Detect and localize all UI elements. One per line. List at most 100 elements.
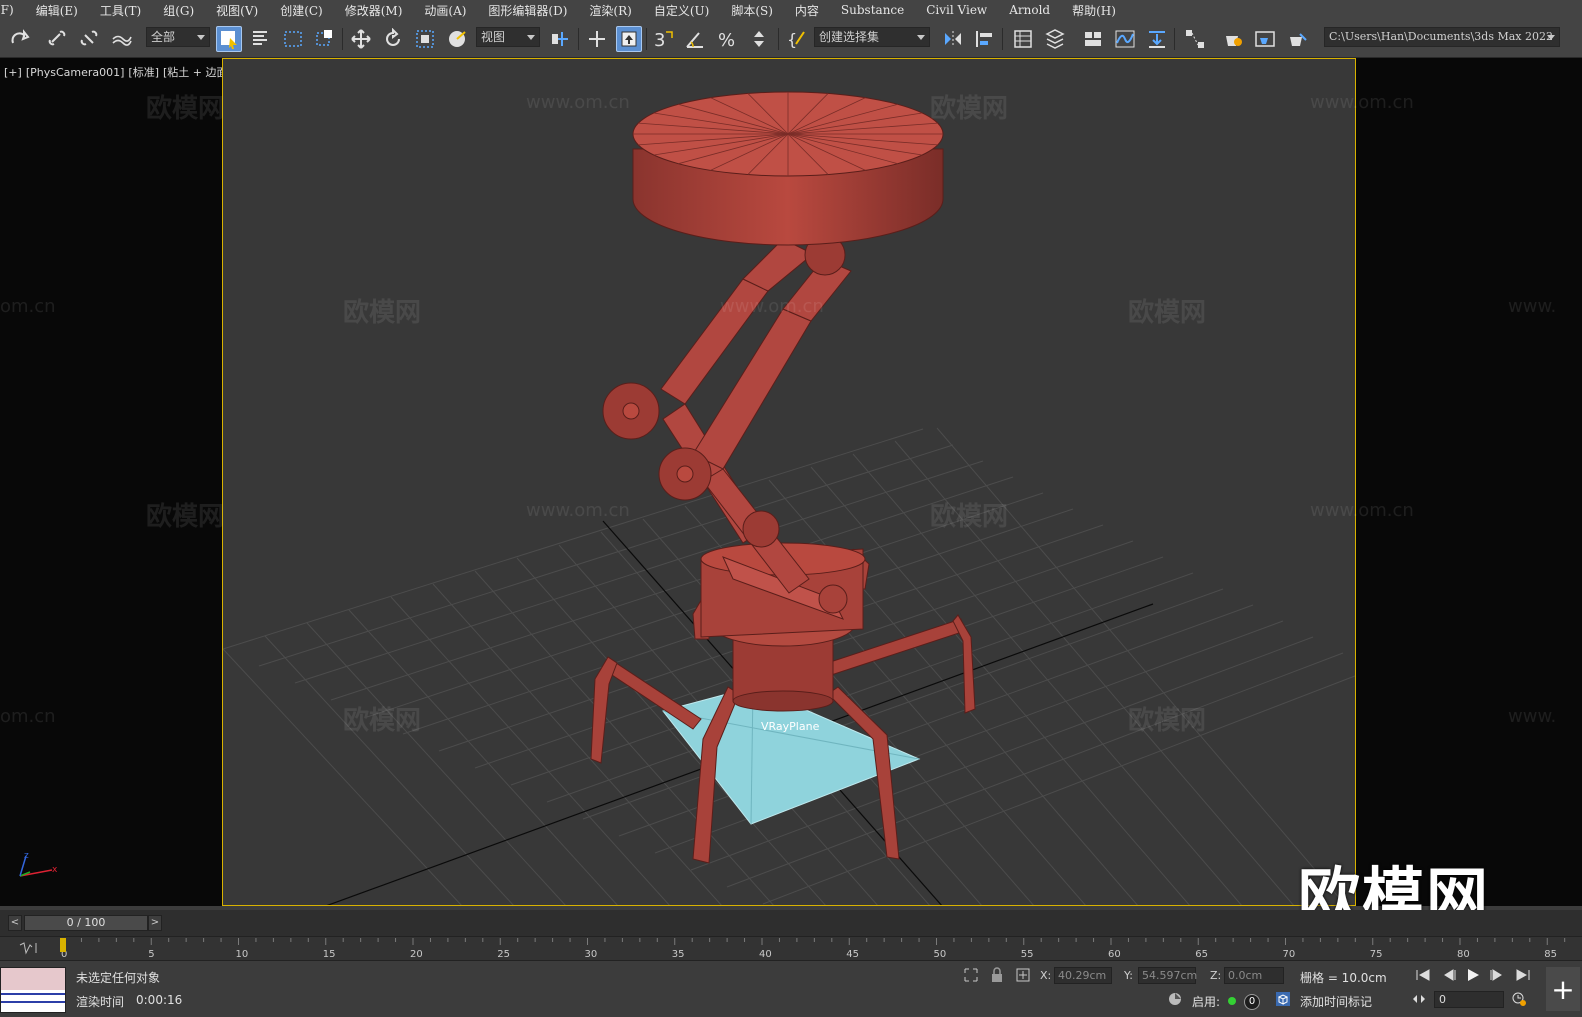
grid-line <box>852 453 1242 905</box>
curve-editor-icon[interactable] <box>1112 26 1138 52</box>
mirror-icon[interactable] <box>940 26 966 52</box>
enable-indicator[interactable] <box>1228 997 1236 1005</box>
window-crossing-icon[interactable] <box>312 26 338 52</box>
selection-lock-icon[interactable] <box>986 965 1008 985</box>
timeline-tick-label: 85 <box>1544 949 1557 960</box>
track-bar[interactable]: 0 5 10 15 20 25 30 35 40 45 50 55 60 65 70 75 80 85 <box>0 936 1582 960</box>
timeline-tick-label: 20 <box>410 949 423 960</box>
timeline-tick-label: 50 <box>934 949 947 960</box>
menu-item[interactable]: Civil View <box>915 3 998 17</box>
snap-toggle-icon[interactable]: 3 <box>650 26 676 52</box>
menu-bar: (F)编辑(E)工具(T)组(G)视图(V)创建(C)修改器(M)动画(A)图形… <box>0 0 1582 20</box>
go-to-end-icon[interactable] <box>1512 965 1534 985</box>
timeline-tick-label: 60 <box>1108 949 1121 960</box>
key-mode-toggle-icon[interactable] <box>1408 989 1430 1009</box>
timeline-tick-label: 80 <box>1457 949 1470 960</box>
time-slider[interactable]: 0 / 100 <box>24 915 148 931</box>
plus-icon: + <box>1551 972 1575 1006</box>
keyboard-shortcut-override-icon[interactable] <box>616 26 642 52</box>
timeline-tick-label: 25 <box>497 949 510 960</box>
time-tag-icon[interactable] <box>1272 989 1294 1009</box>
menu-item[interactable]: (F) <box>0 3 25 17</box>
schematic-view-icon[interactable] <box>1144 26 1170 52</box>
pivot-center-icon[interactable] <box>546 26 572 52</box>
toggle-ribbon-icon[interactable] <box>1080 26 1106 52</box>
viewport-general-menu[interactable]: [+] <box>4 66 22 79</box>
play-icon[interactable] <box>1462 965 1484 985</box>
svg-text:%: % <box>718 30 735 50</box>
edit-named-selection-icon[interactable]: { <box>784 26 810 52</box>
viewport-scene: VRayPlane <box>223 91 1355 905</box>
project-folder-dropdown[interactable]: C:\Users\Han\Documents\3ds Max 2022 <box>1324 27 1560 47</box>
menu-item[interactable]: 视图(V) <box>205 2 269 19</box>
menu-item[interactable]: Substance <box>830 3 915 17</box>
main-toolbar: 全部 视图 3 % { 创建选择集 C:\Users\Han\Documents… <box>0 20 1582 58</box>
viewport-label-menu[interactable]: [+] [PhysCamera001] [标准] [粘土 + 边面] <box>4 64 236 80</box>
timeline-tick-label: 70 <box>1283 949 1296 960</box>
next-frame-icon[interactable] <box>1486 965 1508 985</box>
timeline-tick-label: 75 <box>1370 949 1383 960</box>
current-frame-field[interactable]: 0 <box>1434 991 1504 1008</box>
rect-selection-icon[interactable] <box>280 26 306 52</box>
menu-item[interactable]: 脚本(S) <box>720 2 784 19</box>
reference-coordinate-dropdown[interactable]: 视图 <box>476 27 540 47</box>
rotate-icon[interactable] <box>380 26 406 52</box>
unlink-icon[interactable] <box>76 26 102 52</box>
adaptive-degradation-icon[interactable] <box>1164 989 1186 1009</box>
menu-item[interactable]: 动画(A) <box>413 2 477 19</box>
layer-explorer-icon[interactable] <box>1042 26 1068 52</box>
viewport-camera-menu[interactable]: [PhysCamera001] <box>26 66 125 79</box>
redo-icon[interactable] <box>6 26 32 52</box>
perspective-viewport[interactable]: VRayPlane <box>222 58 1356 906</box>
y-coordinate-field[interactable]: 54.597cm <box>1138 967 1197 984</box>
select-by-name-icon[interactable] <box>248 26 274 52</box>
menu-item[interactable]: 编辑(E) <box>25 2 89 19</box>
grid-line <box>330 476 1014 701</box>
rendered-frame-window-icon[interactable] <box>1252 26 1278 52</box>
angle-snap-icon[interactable] <box>682 26 708 52</box>
menu-item[interactable]: 内容 <box>784 2 830 19</box>
menu-item[interactable]: 帮助(H) <box>1061 2 1127 19</box>
scale-icon[interactable] <box>412 26 438 52</box>
selection-filter-dropdown[interactable]: 全部 <box>146 27 210 47</box>
menu-item[interactable]: 修改器(M) <box>334 2 414 19</box>
move-icon[interactable] <box>348 26 374 52</box>
select-manipulate-icon[interactable] <box>584 26 610 52</box>
add-time-tag[interactable]: 添加时间标记 <box>1300 993 1372 1010</box>
named-selection-set-dropdown[interactable]: 创建选择集 <box>814 27 930 47</box>
z-coordinate-field[interactable]: 0.0cm <box>1224 967 1284 984</box>
menu-item[interactable]: 图形编辑器(D) <box>477 2 578 19</box>
maxscript-listener-mini[interactable] <box>0 967 66 1013</box>
percent-snap-icon[interactable]: % <box>714 26 740 52</box>
go-to-start-icon[interactable] <box>1412 965 1434 985</box>
x-coordinate-field[interactable]: 40.29cm <box>1054 967 1112 984</box>
absolute-mode-icon[interactable] <box>1012 965 1034 985</box>
grid-line <box>348 609 618 905</box>
next-frame-button[interactable]: > <box>148 915 162 931</box>
render-production-icon[interactable] <box>1284 26 1310 52</box>
menu-item[interactable]: 组(G) <box>152 2 205 19</box>
menu-item[interactable]: 渲染(R) <box>578 2 642 19</box>
material-editor-icon[interactable] <box>1182 26 1208 52</box>
menu-item[interactable]: Arnold <box>998 3 1061 17</box>
menu-item[interactable]: 工具(T) <box>89 2 152 19</box>
link-icon[interactable] <box>44 26 70 52</box>
spinner-snap-icon[interactable] <box>746 26 772 52</box>
scene-explorer-icon[interactable] <box>1010 26 1036 52</box>
render-setup-icon[interactable] <box>1220 26 1246 52</box>
timeline-tick-label: 30 <box>585 949 598 960</box>
select-object-icon[interactable] <box>216 26 242 52</box>
render-time-label: 渲染时间 <box>76 995 125 1009</box>
menu-item[interactable]: 创建(C) <box>269 2 334 19</box>
time-configuration-icon[interactable] <box>1508 989 1530 1009</box>
viewport-shading-menu[interactable]: [标准] <box>128 66 159 79</box>
bind-spacewarp-icon[interactable] <box>108 26 134 52</box>
previous-frame-button[interactable]: < <box>8 915 22 931</box>
add-key-button[interactable]: + <box>1546 967 1580 1011</box>
menu-item[interactable]: 自定义(U) <box>643 2 720 19</box>
y-label: Y: <box>1124 969 1133 982</box>
isolate-selection-icon[interactable] <box>960 965 982 985</box>
previous-frame-icon[interactable] <box>1438 965 1460 985</box>
place-icon[interactable] <box>444 26 470 52</box>
align-icon[interactable] <box>972 26 998 52</box>
